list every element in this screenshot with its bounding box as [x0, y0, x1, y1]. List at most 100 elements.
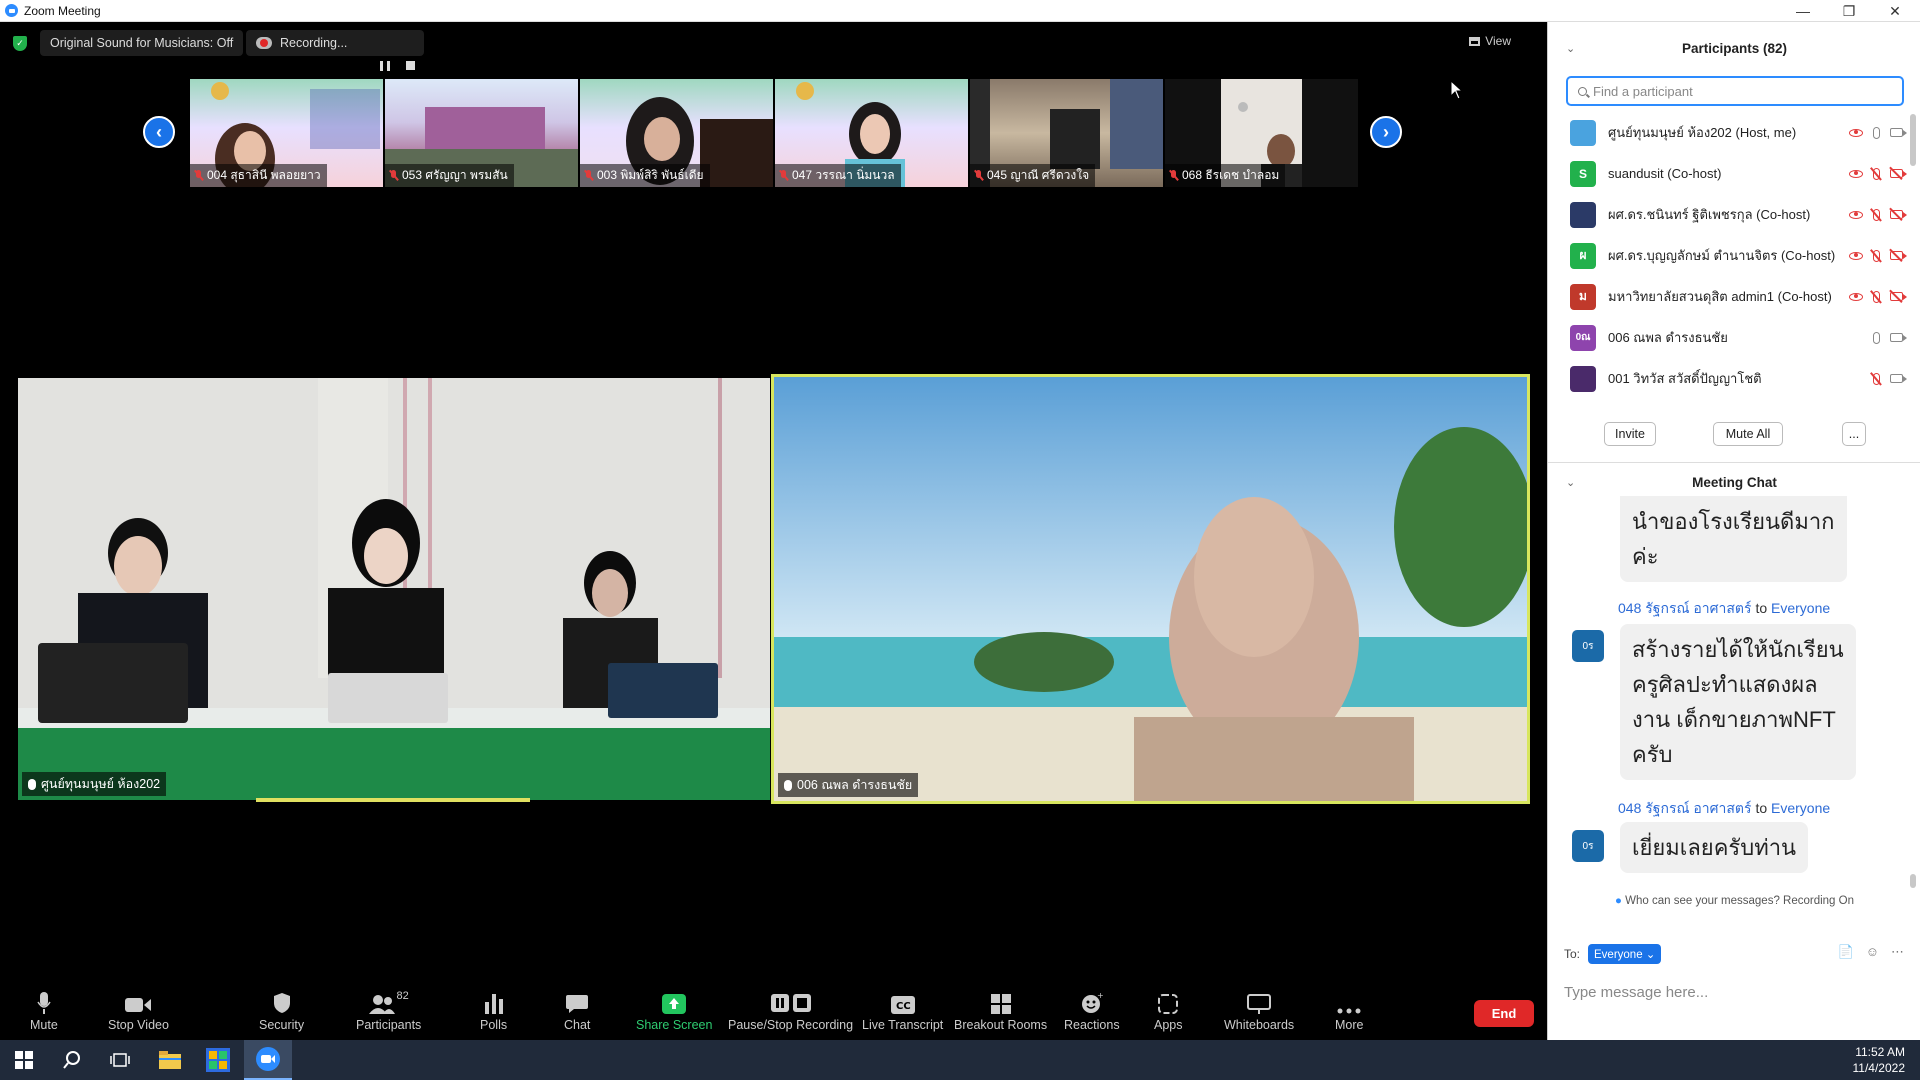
thumbnail-name: 053 ศรัญญา พรมสัน	[385, 164, 514, 187]
security-shield-icon[interactable]: ✓	[13, 36, 27, 51]
participant-thumbnail[interactable]: 045 ญาณี ศรีดวงใจ	[970, 79, 1163, 187]
recording-eye-icon	[1849, 128, 1863, 137]
meeting-toolbar: Mute ^ Stop Video ^ Security 82 Particip…	[0, 982, 1547, 1080]
participant-row[interactable]: ผ ผศ.ดร.บุญญลักษม์ ตำนานจิตร (Co-host)	[1548, 235, 1920, 276]
panel-divider	[1548, 462, 1920, 463]
windows-start-icon[interactable]	[0, 1040, 48, 1080]
video-camera-icon	[1890, 374, 1907, 383]
more-button[interactable]: More	[1335, 990, 1363, 1032]
zoom-logo-icon	[5, 4, 18, 17]
stop-video-button[interactable]: Stop Video	[108, 990, 169, 1032]
minimize-button[interactable]: —	[1780, 0, 1826, 22]
video-name-label: 006 ณพล ดำรงธนชัย	[778, 773, 919, 797]
polls-button[interactable]: Polls	[480, 990, 507, 1032]
recording-eye-icon	[1849, 292, 1863, 301]
share-screen-icon	[662, 994, 687, 1014]
original-sound-label: Original Sound for Musicians: Off	[50, 36, 234, 50]
task-view-icon[interactable]	[96, 1040, 144, 1080]
collapse-chat-chevron-icon[interactable]: ⌄	[1566, 476, 1575, 489]
avatar: ผ	[1570, 242, 1596, 269]
file-explorer-icon[interactable]	[146, 1040, 194, 1080]
participant-thumbnail[interactable]: 003 พิมพ์สิริ พันธ์เดีย	[580, 79, 773, 187]
avatar: ม	[1570, 283, 1596, 310]
chat-message-bubble: สร้างรายได้ให้นักเรียน ครูศิลปะทำแสดงผล …	[1620, 624, 1856, 780]
muted-microphone-icon[interactable]	[1873, 208, 1880, 221]
zoom-app: Zoom Meeting — ❐ ✕ ✓ Original Sound for …	[0, 0, 1920, 1080]
participant-thumbnail[interactable]: 047 วรรณา นิ่มนวล	[775, 79, 968, 187]
participant-thumbnail[interactable]: 068 ธีรเดช บำลอม	[1165, 79, 1358, 187]
participants-actions: Invite Mute All ...	[1548, 422, 1920, 448]
previous-page-arrow[interactable]: ‹	[143, 116, 175, 148]
participant-thumbnail[interactable]: 004 สุธาสินี พลอยยาว	[190, 79, 383, 187]
recording-eye-icon	[1849, 169, 1863, 178]
stop-recording-icon[interactable]	[406, 61, 415, 70]
mute-button[interactable]: Mute	[30, 990, 58, 1032]
zoom-taskbar-icon[interactable]	[244, 1040, 292, 1080]
participant-search-input[interactable]: Find a participant	[1566, 76, 1904, 106]
next-page-arrow[interactable]: ›	[1370, 116, 1402, 148]
video-off-icon	[1890, 292, 1907, 301]
participant-name: ศูนย์ทุนมนุษย์ ห้อง202 (Host, me)	[1608, 125, 1797, 140]
whiteboards-button[interactable]: Whiteboards	[1224, 990, 1294, 1032]
thumbnail-name: 045 ญาณี ศรีดวงใจ	[970, 164, 1096, 187]
security-button[interactable]: Security	[259, 990, 304, 1032]
chat-button[interactable]: Chat	[564, 990, 590, 1032]
whiteboard-icon	[1247, 994, 1272, 1014]
live-transcript-button[interactable]: CC Live Transcript	[862, 990, 943, 1032]
invite-button[interactable]: Invite	[1604, 422, 1656, 446]
person-lock-icon: ●	[1615, 895, 1622, 907]
chat-message-input[interactable]: Type message here...	[1564, 984, 1708, 1001]
participant-row[interactable]: ผศ.ดร.ชนินทร์ ฐิติเพชรกุล (Co-host)	[1548, 194, 1920, 235]
pause-stop-recording-button[interactable]: Pause/Stop Recording	[728, 990, 853, 1032]
chat-scrollbar[interactable]	[1910, 874, 1916, 888]
muted-microphone-icon[interactable]	[1873, 249, 1880, 262]
collapse-participants-chevron-icon[interactable]: ⌄	[1566, 42, 1575, 55]
mute-all-button[interactable]: Mute All	[1713, 422, 1783, 446]
share-screen-button[interactable]: Share Screen	[636, 990, 712, 1032]
participant-row[interactable]: ศูนย์ทุนมนุษย์ ห้อง202 (Host, me)	[1548, 112, 1920, 153]
original-sound-toggle[interactable]: Original Sound for Musicians: Off	[40, 30, 244, 56]
microphone-icon[interactable]	[1873, 126, 1880, 139]
muted-microphone-icon[interactable]	[1873, 167, 1880, 180]
avatar	[1570, 365, 1596, 392]
participant-row[interactable]: 0ณ 006 ณพล ดำรงธนชัย	[1548, 317, 1920, 358]
participants-title: Participants (82)	[1681, 40, 1788, 56]
maximize-button[interactable]: ❐	[1826, 0, 1872, 22]
participant-thumbnail[interactable]: 053 ศรัญญา พรมสัน	[385, 79, 578, 187]
participants-button[interactable]: 82 Participants	[356, 990, 421, 1032]
muted-mic-icon	[194, 170, 203, 181]
close-button[interactable]: ✕	[1872, 0, 1918, 22]
muted-microphone-icon[interactable]	[1873, 372, 1880, 385]
recording-label: Recording...	[280, 36, 348, 50]
chat-recipient-row: To: Everyone ⌄	[1564, 944, 1662, 964]
recipient-dropdown[interactable]: Everyone ⌄	[1588, 944, 1662, 964]
chat-tools: 📄 ☺ ⋯	[1838, 944, 1904, 960]
chat-title: Meeting Chat	[1692, 474, 1777, 490]
pause-recording-icon[interactable]	[380, 61, 390, 71]
muted-microphone-icon[interactable]	[1873, 290, 1880, 303]
participant-row[interactable]: S suandusit (Co-host)	[1548, 153, 1920, 194]
muted-mic-icon	[1169, 170, 1178, 181]
emoji-icon[interactable]: ☺	[1866, 944, 1879, 960]
participants-more-button[interactable]: ...	[1842, 422, 1866, 446]
microphone-icon[interactable]	[1873, 331, 1880, 344]
breakout-rooms-button[interactable]: Breakout Rooms	[954, 990, 1047, 1032]
view-button[interactable]: View	[1469, 34, 1511, 48]
participant-row[interactable]: 001 วิทวัส สวัสดิ์ปัญญาโชติ	[1548, 358, 1920, 399]
app-icon[interactable]	[194, 1040, 242, 1080]
video-off-icon	[1890, 169, 1907, 178]
end-meeting-button[interactable]: End	[1474, 1000, 1534, 1027]
pause-stop-recording-icon	[770, 994, 811, 1012]
more-dots-icon[interactable]: ⋯	[1891, 944, 1904, 960]
chat-privacy-notice[interactable]: ● Who can see your messages? Recording O…	[1548, 895, 1920, 907]
system-clock[interactable]: 11:52 AM 11/4/2022	[1853, 1044, 1906, 1076]
participant-row[interactable]: ม มหาวิทยาลัยสวนดุสิต admin1 (Co-host)	[1548, 276, 1920, 317]
video-tile-right-active-speaker[interactable]: 006 ณพล ดำรงธนชัย	[771, 374, 1530, 804]
title-bar: Zoom Meeting — ❐ ✕	[0, 0, 1920, 22]
video-tile-left[interactable]: ศูนย์ทุนมนุษย์ ห้อง202	[18, 378, 770, 800]
file-icon[interactable]: 📄	[1838, 944, 1854, 960]
search-icon[interactable]	[48, 1040, 96, 1080]
reactions-button[interactable]: + Reactions	[1064, 990, 1120, 1032]
participants-scrollbar[interactable]	[1910, 114, 1916, 166]
apps-button[interactable]: Apps	[1154, 990, 1183, 1032]
